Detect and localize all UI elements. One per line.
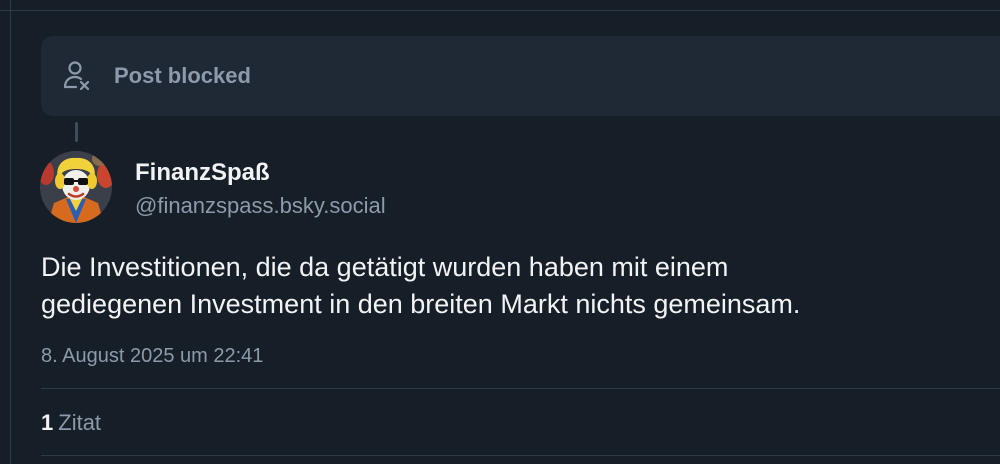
stats-divider [41,388,1000,389]
post-text: Die Investitionen, die da getätigt wurde… [41,249,991,323]
avatar[interactable] [40,151,112,223]
post-text-line: Die Investitionen, die da getätigt wurde… [41,252,729,282]
blocked-post-card: Post blocked [41,36,1000,116]
top-divider [0,10,1000,11]
author-display-name[interactable]: FinanzSpaß [135,158,270,188]
user-blocked-icon [63,60,93,92]
quote-count: 1 [41,410,54,435]
quote-count-link[interactable]: 1 Zitat [41,409,101,437]
stats-divider [41,455,1000,456]
blocked-post-label: Post blocked [114,63,251,88]
author-handle[interactable]: @finanzspass.bsky.social [135,192,386,220]
quote-label: Zitat [58,410,102,435]
post-text-line: gediegenen Investment in den breiten Mar… [41,289,801,319]
thread-connector [75,122,78,142]
thread-rail-line [10,0,11,464]
post-timestamp: 8. August 2025 um 22:41 [41,345,264,367]
